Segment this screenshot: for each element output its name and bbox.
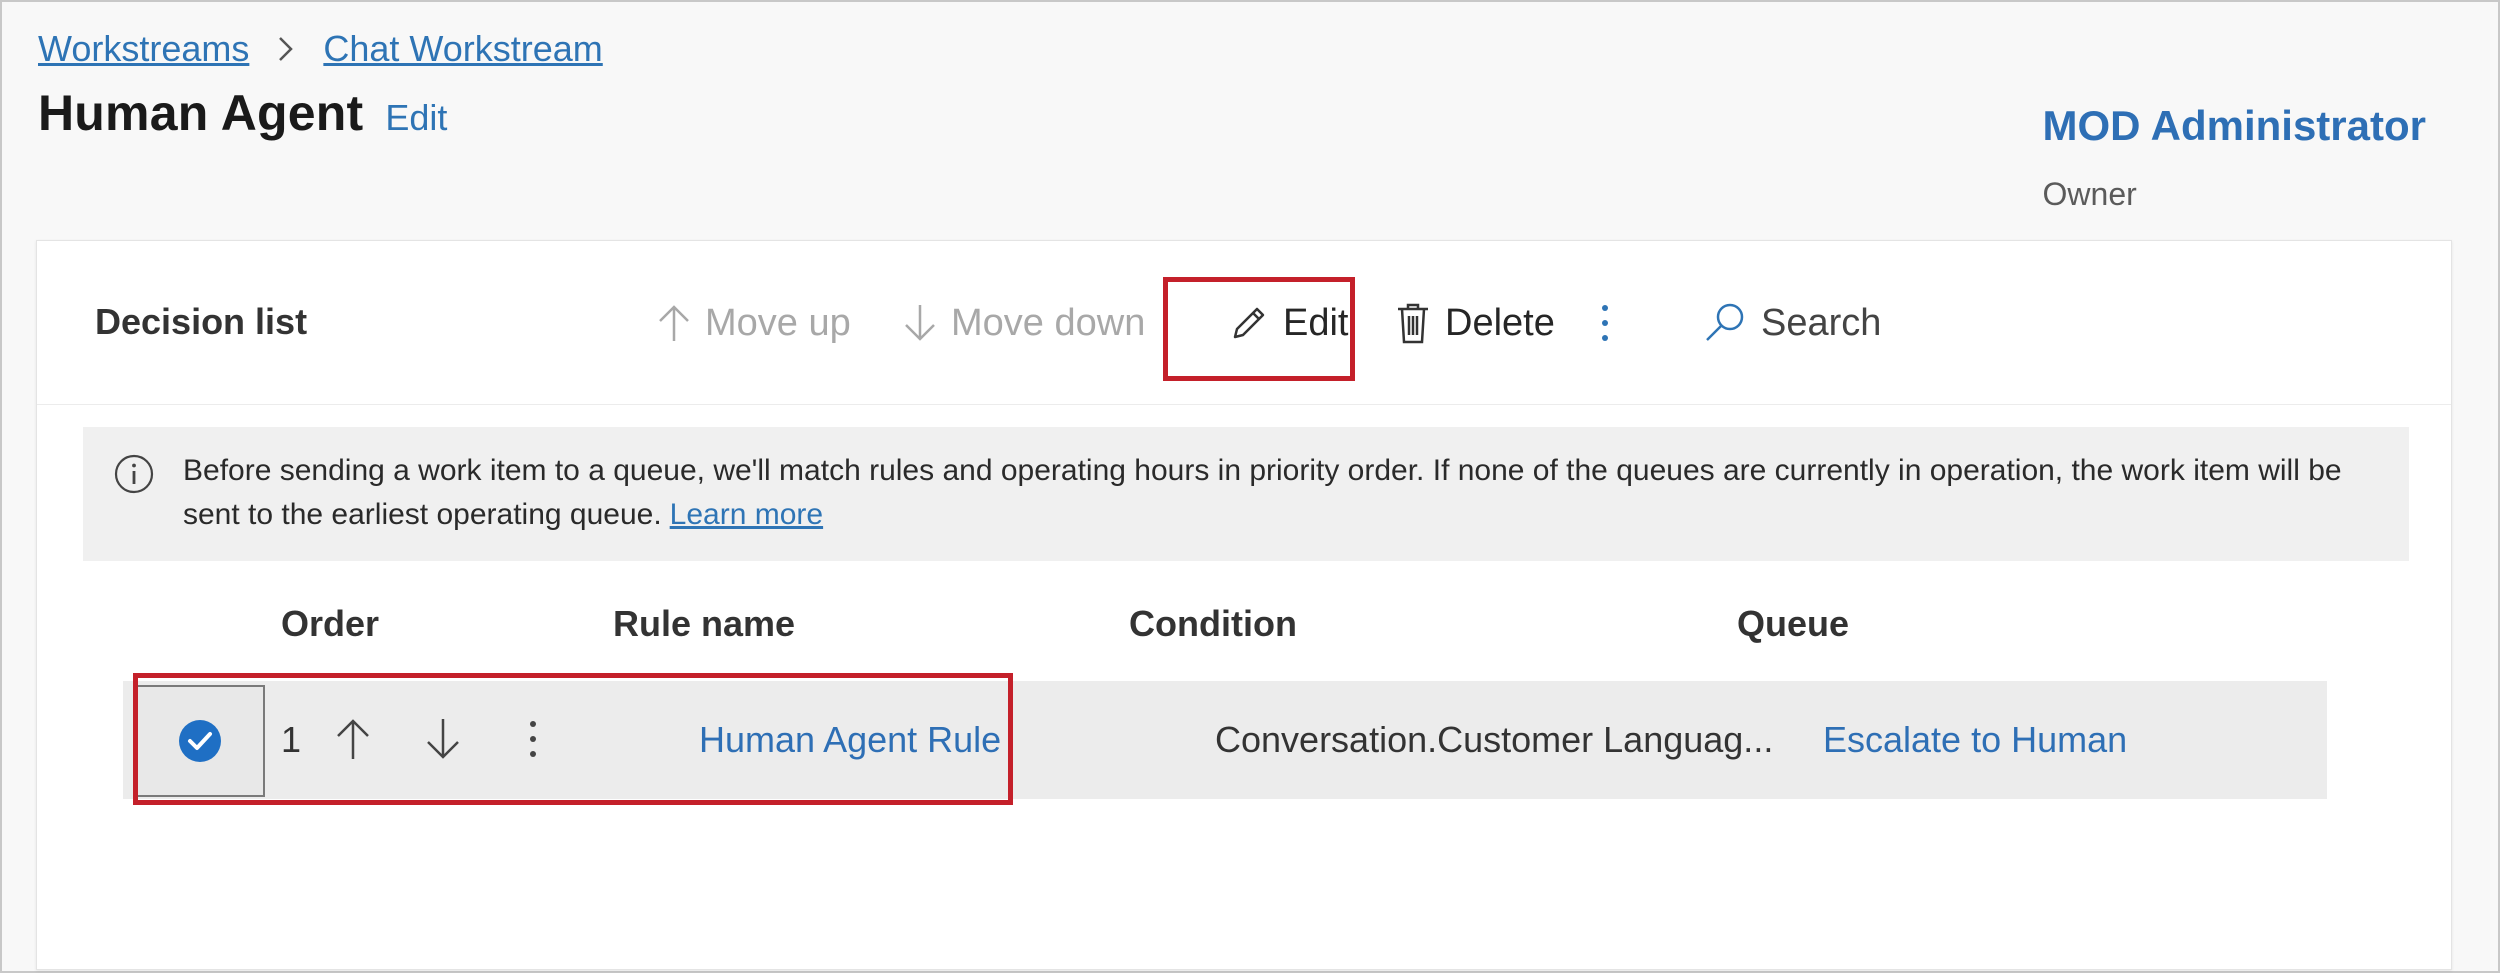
table-row[interactable]: 1 Human Agent Rule Conversation.Customer… (123, 681, 2327, 799)
title-row: Human Agent Edit (38, 84, 447, 150)
decision-list-card: Decision list Move up Move down Edit Del… (36, 240, 2452, 970)
move-down-label: Move down (951, 301, 1146, 344)
more-vertical-icon (530, 721, 536, 757)
arrow-up-icon (337, 719, 369, 759)
move-up-label: Move up (705, 301, 851, 344)
queue-link[interactable]: Escalate to Human (1823, 719, 2127, 761)
more-options-button[interactable] (1593, 291, 1629, 355)
breadcrumb-chat-workstream-link[interactable]: Chat Workstream (323, 28, 602, 70)
delete-label: Delete (1445, 301, 1555, 344)
arrow-down-icon (427, 719, 459, 759)
decision-list-toolbar: Decision list Move up Move down Edit Del… (37, 241, 2451, 405)
owner-block: MOD Administrator Owner (2043, 102, 2426, 213)
search-icon (1706, 303, 1744, 341)
breadcrumb: Workstreams Chat Workstream (38, 24, 603, 74)
row-order-value: 1 (281, 719, 302, 760)
edit-button[interactable]: Edit (1227, 291, 1348, 355)
owner-name-link[interactable]: MOD Administrator (2043, 102, 2426, 150)
trash-icon (1398, 303, 1428, 344)
column-header-queue[interactable]: Queue (1737, 603, 1849, 645)
more-vertical-icon (1602, 305, 1608, 341)
row-more-options-button[interactable] (503, 709, 563, 769)
column-header-order[interactable]: Order (281, 603, 379, 645)
search-label: Search (1761, 301, 1882, 344)
info-icon (114, 454, 154, 494)
arrow-up-icon (659, 305, 689, 341)
delete-button[interactable]: Delete (1393, 291, 1555, 355)
decision-list-title: Decision list (95, 301, 308, 342)
edit-label: Edit (1283, 301, 1349, 344)
column-header-condition[interactable]: Condition (1129, 603, 1297, 645)
rule-name-link[interactable]: Human Agent Rule (699, 719, 1001, 761)
info-message-body: Before sending a work item to a queue, w… (183, 454, 2342, 531)
chevron-right-icon (249, 34, 323, 64)
title-edit-link[interactable]: Edit (385, 97, 447, 139)
learn-more-link[interactable]: Learn more (670, 498, 823, 531)
row-move-down-button[interactable] (413, 709, 473, 769)
pencil-icon (1233, 307, 1265, 339)
info-message-bar: Before sending a work item to a queue, w… (83, 427, 2409, 561)
page-title: Human Agent (38, 85, 364, 141)
table-header: Order Rule name Condition Queue (37, 581, 2451, 661)
move-down-button[interactable]: Move down (901, 291, 1145, 355)
row-select-checkbox[interactable] (135, 685, 265, 797)
checkmark-circle-icon (179, 720, 221, 762)
row-move-up-button[interactable] (323, 709, 383, 769)
arrow-down-icon (905, 305, 935, 341)
row-condition-value: Conversation.Customer Languag... (1215, 719, 1774, 760)
search-button[interactable]: Search (1701, 291, 1881, 355)
owner-role-label: Owner (2042, 176, 2137, 212)
breadcrumb-workstreams-link[interactable]: Workstreams (38, 28, 249, 70)
info-message-text: Before sending a work item to a queue, w… (183, 449, 2383, 537)
column-header-rule-name[interactable]: Rule name (613, 603, 795, 645)
app-frame: Workstreams Chat Workstream Human Agent … (0, 0, 2500, 973)
move-up-button[interactable]: Move up (655, 291, 851, 355)
